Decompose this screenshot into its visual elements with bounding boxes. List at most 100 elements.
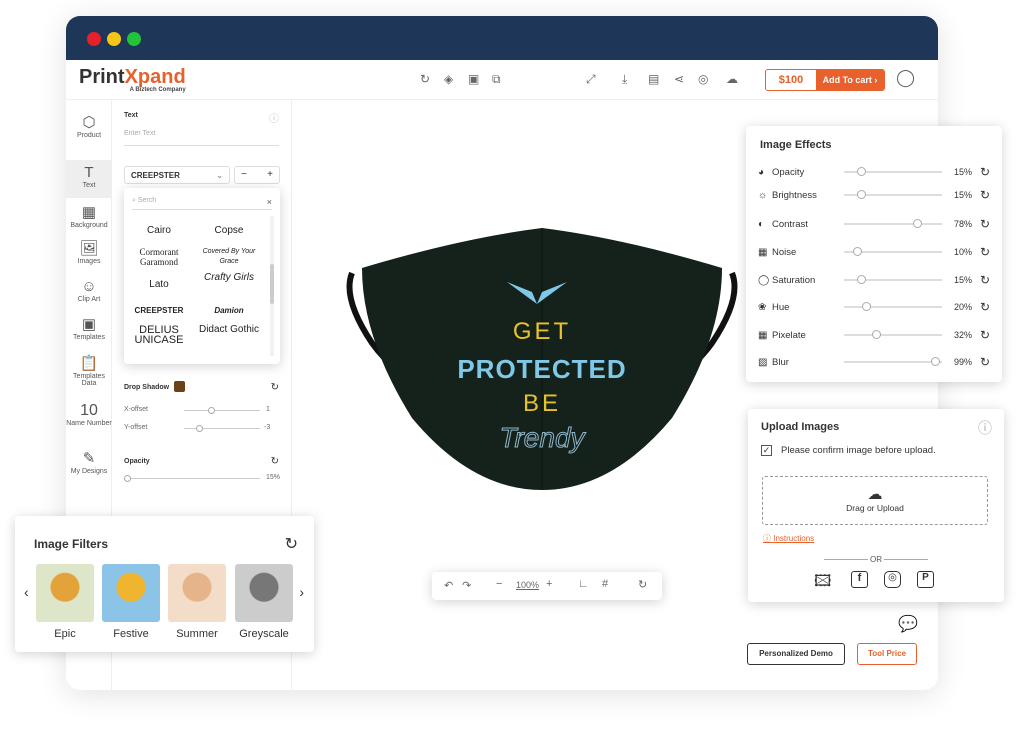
font-option[interactable]: Crafty Girls bbox=[194, 273, 264, 283]
font-option[interactable]: Cairo bbox=[124, 226, 194, 236]
scrollbar[interactable] bbox=[270, 216, 274, 356]
confirm-label: Please confirm image before upload. bbox=[781, 445, 936, 456]
download-icon[interactable]: ⤓ bbox=[622, 72, 627, 87]
sidebar-item-images[interactable]: 🖼 Images bbox=[66, 240, 112, 265]
effect-slider[interactable] bbox=[844, 357, 942, 366]
reset-icon[interactable]: ↻ bbox=[972, 273, 990, 287]
font-option[interactable]: DELIUS UNICASE bbox=[124, 325, 194, 346]
mask-text-get[interactable]: GET bbox=[442, 318, 642, 346]
shadow-color-swatch[interactable] bbox=[174, 381, 185, 392]
font-option[interactable]: Lato bbox=[124, 280, 194, 290]
filter-greyscale[interactable]: Greyscale bbox=[235, 564, 293, 640]
filter-festive[interactable]: Festive bbox=[102, 564, 160, 640]
sidebar-item-background[interactable]: ▦ Background bbox=[66, 204, 112, 229]
reset-icon[interactable]: ↻ bbox=[972, 328, 990, 342]
reset-icon[interactable]: ↻ bbox=[972, 217, 990, 231]
reset-icon[interactable]: ↻ bbox=[285, 534, 298, 554]
effect-slider[interactable] bbox=[844, 247, 942, 256]
mask-text-trendy[interactable]: Trendy bbox=[442, 422, 642, 454]
grid-icon[interactable]: # bbox=[602, 578, 608, 590]
text-input[interactable]: Enter Text bbox=[124, 130, 279, 146]
confirm-checkbox[interactable]: ✓ bbox=[761, 445, 772, 456]
sidebar-item-product[interactable]: ⬡ Product bbox=[66, 114, 112, 139]
tool-price-button[interactable]: Tool Price bbox=[857, 643, 917, 665]
3d-icon[interactable]: ☁ bbox=[726, 72, 738, 86]
y-offset-slider[interactable] bbox=[184, 425, 260, 432]
gallery-icon[interactable]: 🖾 bbox=[814, 570, 831, 597]
undo-icon[interactable]: ↶ bbox=[444, 579, 453, 592]
fullscreen-icon[interactable]: ⤢ bbox=[586, 72, 596, 87]
reset-icon[interactable]: ↻ bbox=[638, 578, 647, 591]
help-icon[interactable]: ⓘ bbox=[978, 418, 992, 438]
pinterest-icon[interactable]: P bbox=[917, 571, 934, 588]
minimize-dot[interactable] bbox=[107, 32, 121, 46]
effect-slider[interactable] bbox=[844, 275, 942, 284]
font-select[interactable]: CREEPSTER ⌄ bbox=[124, 166, 230, 184]
font-option[interactable]: Covered By Your Grace bbox=[194, 247, 264, 267]
sidebar-item-my-designs[interactable]: ✎ My Designs bbox=[66, 450, 112, 475]
font-search-input[interactable]: ⌕ Serch × bbox=[132, 194, 272, 210]
font-option[interactable]: Damion bbox=[194, 306, 264, 316]
effect-slider[interactable] bbox=[844, 190, 942, 199]
reset-icon[interactable]: ↻ bbox=[972, 245, 990, 259]
help-icon[interactable]: ⓘ bbox=[269, 110, 279, 125]
zoom-level[interactable]: 100% bbox=[516, 580, 539, 590]
sidebar-item-clip-art[interactable]: ☺ Clip Art bbox=[66, 278, 112, 303]
share-icon[interactable]: ⋖ bbox=[674, 72, 684, 86]
chevron-left-icon[interactable]: ‹ bbox=[24, 584, 29, 600]
instructions-link[interactable]: ⓘ Instructions bbox=[763, 533, 814, 544]
effect-slider[interactable] bbox=[844, 302, 942, 311]
filter-summer[interactable]: Summer bbox=[168, 564, 226, 640]
maximize-dot[interactable] bbox=[127, 32, 141, 46]
preview-icon[interactable]: ◎ bbox=[698, 72, 708, 86]
reset-icon[interactable]: ↻ bbox=[271, 456, 279, 467]
font-option[interactable]: Cormorant Garamond bbox=[124, 247, 194, 267]
filter-epic[interactable]: Epic bbox=[36, 564, 94, 640]
font-option[interactable]: Copse bbox=[194, 226, 264, 236]
reset-icon[interactable]: ↻ bbox=[972, 355, 990, 369]
reset-icon[interactable]: ↻ bbox=[972, 165, 990, 179]
chat-icon[interactable]: 💬 bbox=[898, 614, 918, 634]
x-offset-slider[interactable] bbox=[184, 407, 260, 414]
upload-images-card: Upload Images ⓘ ✓ Please confirm image b… bbox=[748, 409, 1004, 602]
effect-value: 78% bbox=[953, 219, 972, 229]
close-dot[interactable] bbox=[87, 32, 101, 46]
redo-icon[interactable]: ↷ bbox=[462, 579, 471, 592]
sidebar-item-templates[interactable]: ▣ Templates bbox=[66, 316, 112, 341]
personalized-demo-button[interactable]: Personalized Demo bbox=[747, 643, 845, 665]
reset-icon[interactable]: ↻ bbox=[972, 300, 990, 314]
cloud-upload-icon: ☁ bbox=[867, 486, 883, 503]
font-option[interactable]: CREEPSTER bbox=[124, 306, 194, 316]
instagram-icon[interactable]: ◎ bbox=[884, 571, 901, 588]
zoom-out-icon[interactable]: − bbox=[496, 578, 502, 590]
add-to-cart-button[interactable]: $100 Add To cart › bbox=[765, 69, 885, 91]
save-icon[interactable]: ▤ bbox=[648, 72, 659, 86]
mask-text-protected[interactable]: PROTECTED bbox=[442, 354, 642, 385]
layers-icon[interactable]: ◈ bbox=[444, 72, 453, 86]
group-icon[interactable]: ▣ bbox=[468, 72, 479, 86]
effect-slider[interactable] bbox=[844, 219, 942, 228]
or-divider: OR bbox=[808, 555, 944, 564]
effect-slider[interactable] bbox=[844, 167, 942, 176]
size-stepper[interactable]: − + bbox=[234, 166, 280, 184]
facebook-icon[interactable]: f bbox=[851, 571, 868, 588]
chevron-right-icon[interactable]: › bbox=[299, 584, 304, 600]
ruler-icon[interactable]: ∟ bbox=[578, 578, 589, 590]
refresh-icon[interactable]: ↻ bbox=[420, 72, 430, 86]
reset-icon[interactable]: ↻ bbox=[271, 382, 279, 393]
sidebar-item-name-number[interactable]: 10 Name Number bbox=[66, 402, 112, 427]
zoom-in-icon[interactable]: + bbox=[546, 578, 552, 590]
canvas-toolbar: ↶ ↷ − 100% + ∟ # ↻ bbox=[432, 572, 662, 600]
sidebar-item-templates-data[interactable]: 📋 Templates Data bbox=[66, 355, 112, 387]
effect-slider[interactable] bbox=[844, 330, 942, 339]
sidebar-item-text[interactable]: T Text bbox=[66, 160, 112, 198]
user-avatar-icon[interactable]: ◯ bbox=[896, 68, 915, 88]
font-option[interactable]: Didact Gothic bbox=[194, 325, 264, 335]
reset-icon[interactable]: ↻ bbox=[972, 188, 990, 202]
opacity-slider[interactable] bbox=[124, 475, 260, 482]
upload-dropzone[interactable]: ☁ Drag or Upload bbox=[762, 476, 988, 525]
ungroup-icon[interactable]: ⧉ bbox=[492, 72, 501, 87]
effect-label: Pixelate bbox=[772, 329, 806, 341]
y-offset-label: Y-offset bbox=[124, 424, 148, 431]
mask-text-be[interactable]: BE bbox=[442, 390, 642, 418]
